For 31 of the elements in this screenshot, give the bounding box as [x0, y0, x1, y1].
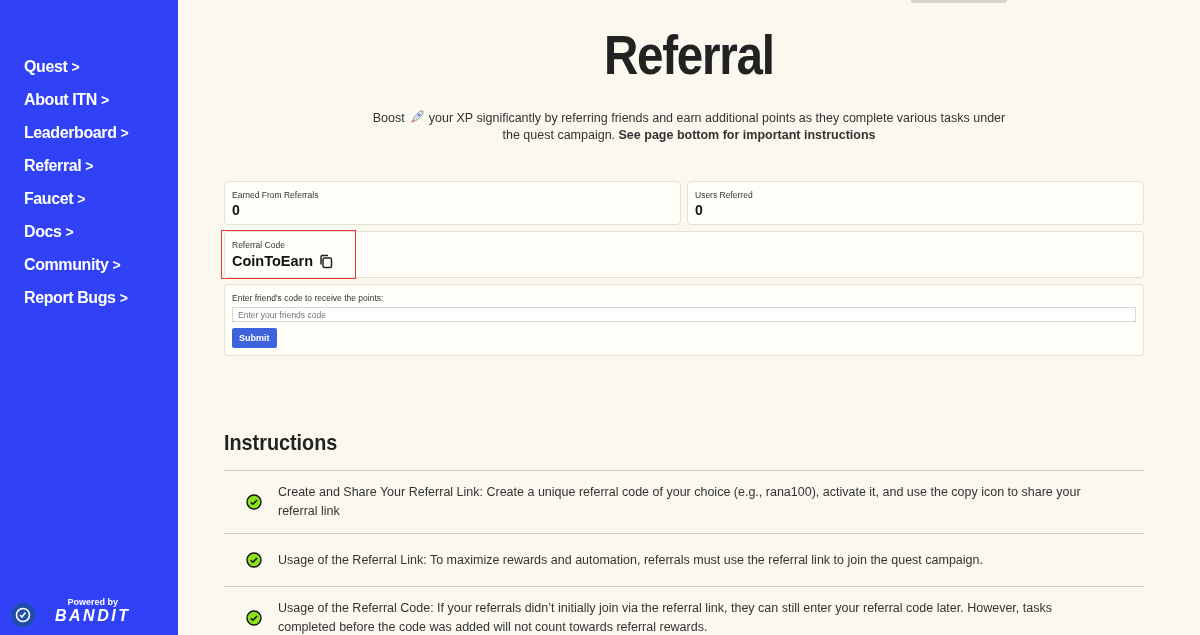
intro-lead-text: Boost: [372, 111, 405, 125]
sidebar-link[interactable]: Report Bugs >: [24, 287, 128, 309]
referral-code-value: CoinToEarn: [232, 253, 314, 269]
copy-icon[interactable]: [319, 253, 334, 269]
submit-button[interactable]: Submit: [232, 328, 277, 348]
instruction-text: Usage of the Referral Link: To maximize rewards and automation, referrals must use the referral link to join the quest campaign.: [278, 551, 984, 569]
friend-code-input[interactable]: Enter your friends code: [232, 307, 1136, 322]
instruction-text: Usage of the Referral Code: If your referrals didn’t initially join via the referral link, they can still enter your referral code later. However, tasks completed before the code was added will not count towards referral rewards.: [278, 600, 1053, 635]
instruction-text: Create and Share Your Referral Link: Create a unique referral code of your choice (e.g., rana100), activate it, and use the copy icon to share your referral link: [278, 484, 1082, 520]
friend-code-label: Enter friend's code to receive the points:: [232, 293, 384, 303]
stat-value: 0: [695, 202, 704, 218]
page-title: Referral: [604, 22, 774, 87]
stat-label: Earned From Referrals: [232, 190, 320, 200]
referral-code-label: Referral Code: [232, 240, 286, 250]
sidebar-link[interactable]: Quest >: [24, 56, 80, 78]
sidebar-link[interactable]: About ITN >: [24, 89, 109, 111]
check-circle-icon: [246, 494, 262, 510]
brand-logo-text: BANDIT: [55, 607, 131, 625]
check-circle-icon: [246, 552, 262, 568]
sidebar-link[interactable]: Referral >: [24, 155, 94, 177]
sidebar-link[interactable]: Community >: [24, 254, 121, 276]
instructions-heading: Instructions: [224, 430, 339, 456]
intro-paragraph: your XP significantly by referring friends and earn additional points as they complete various tasks under the quest campaign. See page bottom for important instructions: [428, 111, 1006, 142]
sidebar-link[interactable]: Faucet >: [24, 188, 85, 210]
powered-by-text: Powered by: [67, 597, 118, 607]
stat-label: Users Referred: [695, 190, 754, 200]
accessibility-icon[interactable]: [11, 603, 35, 627]
stat-value: 0: [232, 202, 241, 218]
check-circle-icon: [246, 610, 262, 626]
sidebar-link[interactable]: Docs >: [24, 221, 74, 243]
sidebar-link[interactable]: Leaderboard >: [24, 122, 129, 144]
